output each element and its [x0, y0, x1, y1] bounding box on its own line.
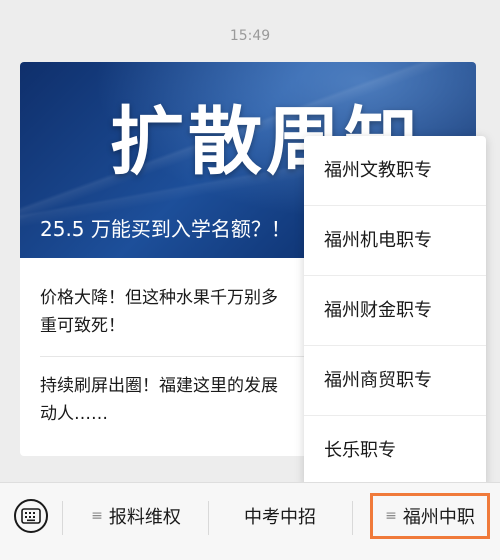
- menu-button-label: 中考中招: [244, 507, 316, 528]
- keyboard-toggle-button[interactable]: [14, 499, 48, 533]
- menu-separator: [352, 501, 353, 535]
- menu-button-label: 福州中职: [402, 507, 475, 528]
- menu-button-baoliao[interactable]: ≡ 报料维权: [66, 493, 206, 539]
- menu-button-zhongkao[interactable]: 中考中招: [210, 493, 350, 539]
- submenu-indicator-icon: ≡: [385, 508, 397, 524]
- menu-separator: [208, 501, 209, 535]
- submenu-item-shangmao[interactable]: 福州商贸职专: [304, 346, 486, 416]
- keyboard-icon: [21, 508, 41, 524]
- menu-button-fuzhou-zhongzhi[interactable]: ≡ 福州中职: [370, 493, 490, 539]
- submenu-indicator-icon: ≡: [91, 508, 103, 524]
- menu-button-label: 报料维权: [108, 507, 181, 528]
- submenu-popup: 福州文教职专 福州机电职专 福州财金职专 福州商贸职专 长乐职专: [304, 136, 486, 486]
- submenu-item-caijin[interactable]: 福州财金职专: [304, 276, 486, 346]
- submenu-item-jidian[interactable]: 福州机电职专: [304, 206, 486, 276]
- menu-separator: [62, 501, 63, 535]
- message-timestamp: 15:49: [229, 28, 271, 44]
- cover-headline: 25.5 万能买到入学名额？！: [40, 217, 291, 241]
- bottom-menu-bar: ≡ 报料维权 中考中招 ≡ 福州中职: [0, 482, 500, 560]
- submenu-item-wenjiao[interactable]: 福州文教职专: [304, 136, 486, 206]
- submenu-item-changle[interactable]: 长乐职专: [304, 416, 486, 486]
